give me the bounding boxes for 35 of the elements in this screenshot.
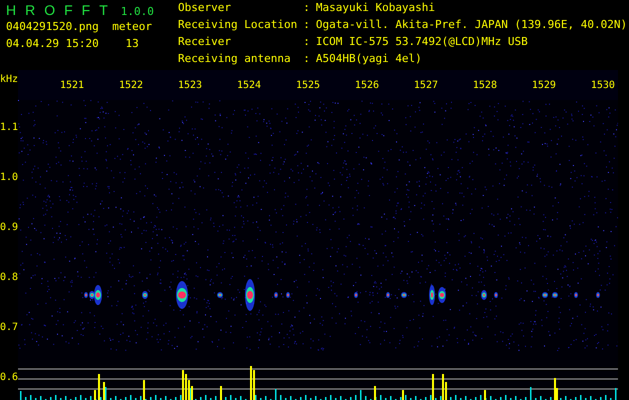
- axis-label: 1.0: [0, 172, 18, 182]
- info-value: Ogata-vill. Akita-Pref. JAPAN (139.96E, 40.02N): [316, 19, 628, 33]
- axis-label: 1530: [590, 80, 615, 90]
- axis-label: 1527: [414, 80, 438, 90]
- info-separator: :: [303, 53, 310, 67]
- info-value: Masayuki Kobayashi: [316, 2, 436, 16]
- app-title: HROFFT: [6, 2, 117, 18]
- file-name: 0404291520.png: [6, 20, 100, 33]
- info-separator: :: [303, 2, 310, 16]
- axis-label: 1521: [60, 80, 84, 90]
- info-separator: :: [303, 36, 310, 50]
- meteor-count: 13: [126, 37, 139, 50]
- axis-label: 1525: [296, 80, 320, 90]
- axis-label: 1524: [236, 80, 262, 90]
- axis-label: 1523: [178, 80, 202, 90]
- info-label: Receiving Location: [178, 19, 298, 33]
- meteor-label: meteor: [112, 20, 152, 33]
- info-value: ICOM IC-575 53.7492(@LCD)MHz USB: [316, 36, 529, 50]
- info-separator: :: [303, 19, 310, 33]
- axis-label: 1528: [472, 80, 497, 90]
- axis-label: 1529: [532, 80, 556, 90]
- axis-label: 1.1: [0, 122, 18, 132]
- axis-label: 0.7: [0, 322, 18, 332]
- axis-label: 1522: [118, 80, 144, 90]
- axis-label: 0.9: [0, 222, 18, 232]
- info-label: Receiver: [178, 36, 232, 50]
- timestamp: 04.04.29 15:20: [6, 37, 100, 50]
- info-label: Receiving antenna: [178, 53, 292, 67]
- unit-label: kHz: [0, 74, 18, 85]
- info-label: Observer: [178, 2, 232, 16]
- axis-label: 0.6: [0, 372, 18, 382]
- axis-label: 1526: [354, 80, 380, 90]
- axis-label: 0.8: [0, 272, 18, 282]
- info-value: A504HB(yagi 4el): [316, 53, 423, 67]
- version-label: 1.0.0: [120, 5, 154, 18]
